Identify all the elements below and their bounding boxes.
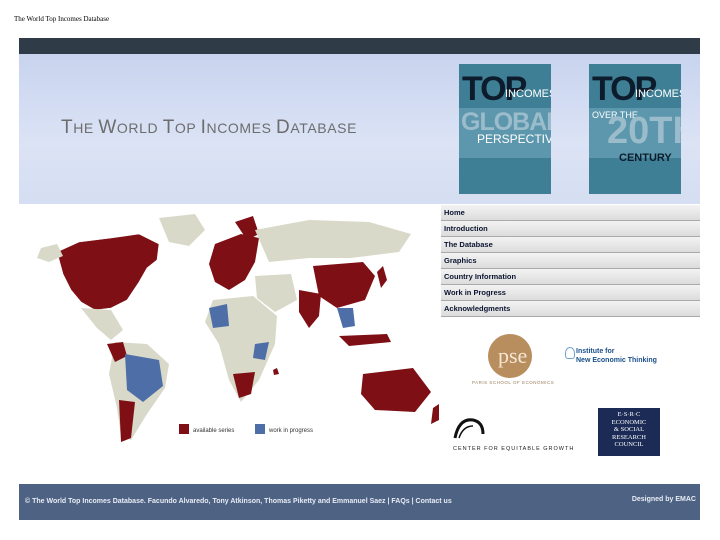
inet-bulb-icon <box>565 347 575 359</box>
esrc-logo[interactable]: E·S·R·C ECONOMIC & SOCIAL RESEARCH COUNC… <box>598 408 660 456</box>
map-region-europe[interactable] <box>209 234 259 290</box>
nav-item-introduction[interactable]: Introduction <box>441 221 700 237</box>
nav-item-graphics[interactable]: Graphics <box>441 253 700 269</box>
nav-item-the-database[interactable]: The Database <box>441 237 700 253</box>
map-region-indonesia[interactable] <box>339 334 391 346</box>
map-region-north-america[interactable] <box>56 233 160 311</box>
world-map-svg: available series work in progress <box>37 214 439 442</box>
title-rest-3: OP <box>174 120 201 136</box>
footer-copyright: © The World Top Incomes Database. Facund… <box>25 498 392 505</box>
book-20th: 20TH <box>607 110 681 152</box>
inet-line-2: New Economic Thinking <box>576 356 657 364</box>
title-rest-1: HE <box>73 120 99 136</box>
esrc-line-3: & SOCIAL <box>613 426 645 433</box>
top-bar <box>19 38 700 54</box>
pse-logo-text: PARIS SCHOOL OF ECONOMICS <box>472 380 555 385</box>
title-cap-1: T <box>61 117 74 138</box>
inet-line-1: Institute for <box>576 348 615 355</box>
footer-contact-link[interactable]: Contact us <box>416 498 452 505</box>
esrc-line-2: ECONOMIC <box>611 418 647 426</box>
book-perspective-word: PERSPECTIVE <box>477 132 551 146</box>
footer-designed-by[interactable]: Designed by EMAC <box>632 496 696 503</box>
pse-logo[interactable]: pse <box>488 334 532 378</box>
legend-label-progress: work in progress <box>268 428 313 434</box>
book-cover-global-perspective[interactable]: TOP INCOMES GLOBAL PERSPECTIVE <box>459 64 551 194</box>
nav-item-acknowledgments[interactable]: Acknowledgments <box>441 301 700 317</box>
map-region-china[interactable] <box>313 262 375 308</box>
footer-text: © The World Top Incomes Database. Facund… <box>25 498 452 505</box>
world-map[interactable]: available series work in progress <box>19 204 439 476</box>
nav-item-home[interactable]: Home <box>441 205 700 221</box>
title-cap-3: T <box>162 117 175 138</box>
esrc-line-1: E·S·R·C <box>617 411 641 418</box>
esrc-line-4: RESEARCH <box>612 433 646 441</box>
book-cover-twentieth-century[interactable]: TOP INCOMES OVER THE 20TH CENTURY <box>589 64 681 194</box>
title-rest-4: NCOMES <box>206 120 277 136</box>
map-region-russia[interactable] <box>255 220 411 262</box>
map-region-mexico[interactable] <box>81 308 123 340</box>
map-region-australia[interactable] <box>361 368 431 412</box>
esrc-line-5: COUNCIL <box>614 441 644 448</box>
map-region-new-zealand[interactable] <box>431 404 439 424</box>
book-century: CENTURY <box>619 152 672 164</box>
inet-logo[interactable]: Institute for New Economic Thinking <box>576 348 657 365</box>
ecg-logo-text: CENTER FOR EQUITABLE GROWTH <box>453 446 575 452</box>
nav-item-work-in-progress[interactable]: Work in Progress <box>441 285 700 301</box>
map-region-japan[interactable] <box>377 266 387 288</box>
pse-mark-text: pse <box>498 343 528 368</box>
footer-faqs-link[interactable]: FAQs <box>391 498 409 505</box>
title-cap-2: W <box>98 117 117 138</box>
book-incomes-word: INCOMES <box>505 88 551 100</box>
map-region-greenland[interactable] <box>159 214 205 246</box>
partner-logos: pse PARIS SCHOOL OF ECONOMICS Institute … <box>441 318 700 476</box>
legend-label-available: available series <box>193 428 234 434</box>
site-title: THE WORLD TOP INCOMES DATABASE <box>61 117 357 139</box>
map-region-india[interactable] <box>299 290 321 328</box>
ecg-logo-icon[interactable] <box>453 414 485 442</box>
title-rest-5: ATABASE <box>290 120 358 136</box>
book-incomes-word: INCOMES <box>635 88 681 100</box>
map-region-mauritius[interactable] <box>273 368 279 375</box>
main-nav: Home Introduction The Database Graphics … <box>441 205 700 317</box>
header-banner: THE WORLD TOP INCOMES DATABASE TOP INCOM… <box>19 54 700 204</box>
title-cap-5: D <box>276 117 291 138</box>
legend-swatch-progress <box>255 424 265 434</box>
nav-item-country-information[interactable]: Country Information <box>441 269 700 285</box>
footer: © The World Top Incomes Database. Facund… <box>19 484 700 520</box>
map-region-southern-africa[interactable] <box>233 372 255 398</box>
page-label: The World Top Incomes Database <box>14 15 110 23</box>
legend-swatch-available <box>179 424 189 434</box>
map-region-southeast-asia[interactable] <box>337 308 355 328</box>
title-rest-2: ORLD <box>116 120 163 136</box>
